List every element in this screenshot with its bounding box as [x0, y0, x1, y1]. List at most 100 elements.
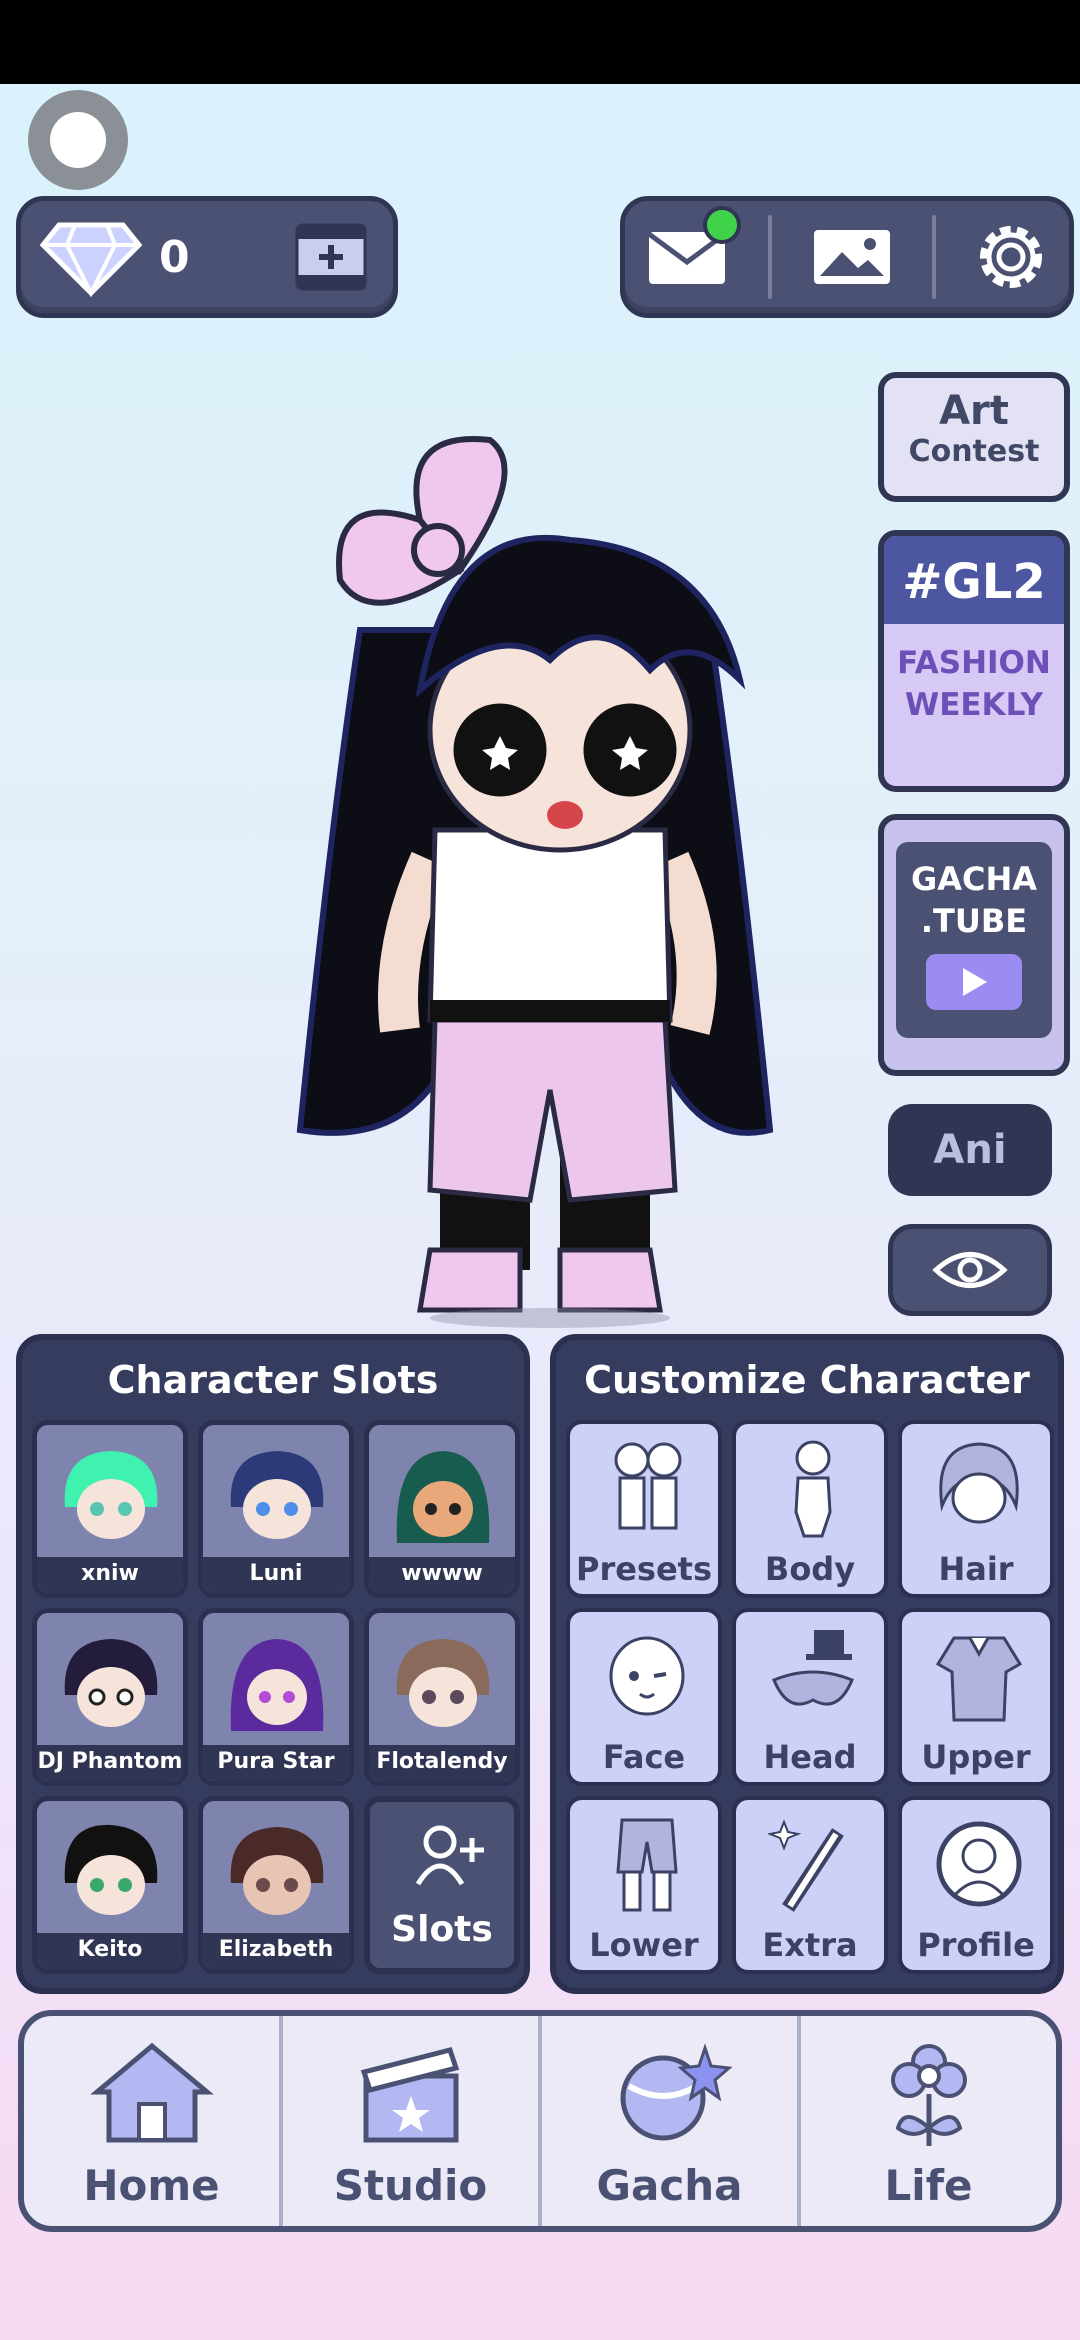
fashion-weekly-button[interactable]: #GL2 FASHION WEEKLY [878, 530, 1070, 792]
slot-name: Luni [203, 1557, 349, 1593]
character-slot[interactable]: Pura Star [198, 1608, 354, 1786]
slot-name: DJ Phantom [37, 1745, 183, 1781]
currency-panel: 0 [16, 196, 398, 318]
slot-name: Flotalendy [369, 1745, 515, 1781]
character-slot[interactable]: DJ Phantom [32, 1608, 188, 1786]
body-icon [794, 1440, 832, 1538]
character-slots-panel: Character Slots xniw Luni wwww DJ Phanto… [16, 1334, 530, 1994]
head-accessory-icon [772, 1630, 854, 1706]
customize-grid: Presets Body Hair Face Head Upper Lower … [566, 1420, 1054, 1974]
character-slot[interactable]: Luni [198, 1420, 354, 1598]
customize-profile[interactable]: Profile [898, 1796, 1054, 1974]
character-avatar [64, 1451, 158, 1539]
watch-ad-icon[interactable] [293, 219, 369, 295]
customize-upper[interactable]: Upper [898, 1608, 1054, 1786]
nav-label: Studio [333, 2161, 488, 2210]
slot-name: Elizabeth [203, 1933, 349, 1969]
add-slot-button[interactable]: Slots [364, 1796, 520, 1974]
ani-button[interactable]: Ani [888, 1104, 1052, 1196]
hair-icon [939, 1442, 1019, 1524]
character-slot[interactable]: wwww [364, 1420, 520, 1598]
divider [931, 215, 936, 299]
character-avatar [230, 1639, 324, 1731]
slot-name: xniw [37, 1557, 183, 1593]
divider [768, 215, 773, 299]
customize-label: Head [763, 1738, 857, 1776]
customize-character-panel: Customize Character Presets Body Hair Fa… [550, 1334, 1064, 1994]
character-avatar [230, 1827, 324, 1915]
character-avatar [396, 1451, 490, 1543]
gacha-orb-icon [620, 2043, 733, 2141]
character-avatar [64, 1639, 158, 1727]
clapperboard-icon [360, 2047, 459, 2143]
presets-icon [614, 1442, 682, 1530]
gl2-sub2: WEEKLY [905, 687, 1043, 723]
add-user-icon [415, 1825, 484, 1886]
circle-inner [50, 112, 106, 168]
house-icon [89, 2042, 214, 2143]
add-slot-label: Slots [391, 1909, 493, 1950]
lower-clothing-icon [616, 1818, 678, 1912]
tube-line1: GACHA [910, 860, 1038, 898]
customize-label: Body [764, 1550, 856, 1588]
art-contest-button[interactable]: Art Contest [878, 372, 1070, 502]
nav-life[interactable]: Life [797, 2016, 1056, 2226]
notification-dot [702, 206, 741, 244]
nav-gacha[interactable]: Gacha [538, 2016, 797, 2226]
character-avatar [230, 1451, 324, 1539]
nav-studio[interactable]: Studio [279, 2016, 538, 2226]
nav-label: Life [884, 2161, 973, 2210]
customize-face[interactable]: Face [566, 1608, 722, 1786]
character-avatar [396, 1639, 490, 1727]
character-slot[interactable]: Flotalendy [364, 1608, 520, 1786]
nav-label: Home [83, 2161, 220, 2210]
customize-extra[interactable]: Extra [732, 1796, 888, 1974]
nav-label: Gacha [596, 2161, 743, 2210]
tube-screen: GACHA .TUBE [896, 842, 1052, 1038]
customize-body[interactable]: Body [732, 1420, 888, 1598]
character-slot[interactable]: xniw [32, 1420, 188, 1598]
character-slots-title: Character Slots [107, 1358, 439, 1402]
slot-name: Keito [37, 1933, 183, 1969]
diamond-icon [39, 222, 143, 297]
customize-head[interactable]: Head [732, 1608, 888, 1786]
sword-icon [768, 1819, 844, 1912]
menu-circle-button[interactable] [28, 90, 128, 190]
customize-label: Upper [921, 1738, 1031, 1776]
customize-title: Customize Character [584, 1358, 1030, 1402]
character-slots-grid: xniw Luni wwww DJ Phantom Pura Star Flot… [32, 1420, 520, 1974]
top-right-toolbar [620, 196, 1074, 318]
character-slot[interactable]: Keito [32, 1796, 188, 1974]
customize-label: Hair [938, 1550, 1014, 1588]
profile-icon [936, 1821, 1022, 1907]
art-contest-line2: Contest [908, 434, 1040, 469]
gl2-sub1: FASHION [897, 645, 1051, 681]
status-bar [0, 0, 1080, 84]
art-contest-line1: Art [939, 388, 1009, 434]
character-slot[interactable]: Elizabeth [198, 1796, 354, 1974]
gacha-tube-button[interactable]: GACHA .TUBE [878, 814, 1070, 1076]
mail-button[interactable] [643, 206, 741, 294]
visibility-toggle[interactable] [888, 1224, 1052, 1316]
flower-icon [890, 2044, 967, 2146]
customize-hair[interactable]: Hair [898, 1420, 1054, 1598]
customize-label: Face [602, 1738, 686, 1776]
gem-count: 0 [159, 231, 190, 283]
customize-lower[interactable]: Lower [566, 1796, 722, 1974]
character-avatar [64, 1824, 158, 1915]
upper-clothing-icon [935, 1636, 1023, 1722]
customize-label: Profile [917, 1926, 1035, 1964]
face-icon [609, 1636, 685, 1716]
nav-home[interactable]: Home [24, 2016, 279, 2226]
gear-icon[interactable] [971, 217, 1051, 297]
character-preview[interactable] [270, 430, 830, 1330]
slot-name: Pura Star [203, 1745, 349, 1781]
bottom-nav: Home Studio Gacha Life [18, 2010, 1062, 2232]
customize-label: Presets [575, 1550, 713, 1588]
slot-name: wwww [369, 1557, 515, 1593]
gallery-icon[interactable] [808, 222, 896, 292]
customize-presets[interactable]: Presets [566, 1420, 722, 1598]
tube-line2: .TUBE [920, 902, 1028, 940]
play-icon [926, 954, 1022, 1010]
gl2-tag: #GL2 [884, 536, 1064, 624]
